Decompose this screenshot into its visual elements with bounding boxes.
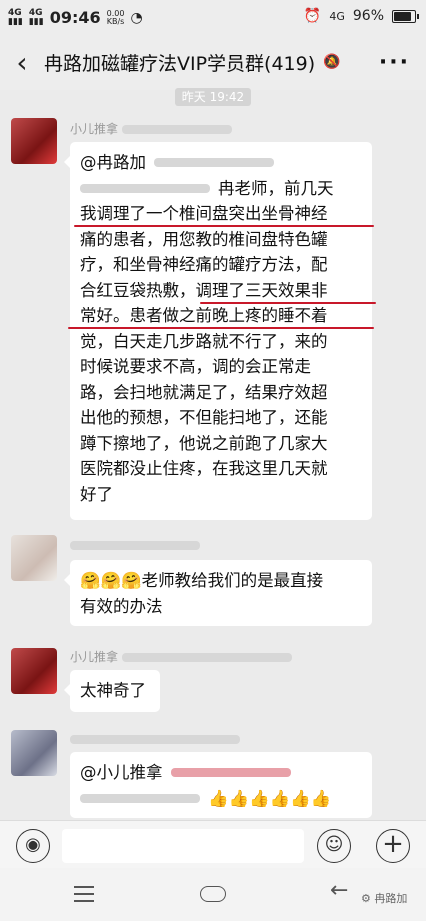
battery-percent: 96% [352, 8, 384, 24]
thumbs-up-icons: 👍👍👍👍👍👍 [208, 788, 332, 808]
blurred-text [80, 793, 200, 803]
red-underline [74, 225, 374, 227]
message-bubble[interactable]: @冉路加 冉老师，前几天 我调理了一个椎间盘突出坐骨神经 痛的患者，用您教的椎间… [64, 142, 376, 520]
message-line: 路，会扫地就满足了，结果疗效超 [80, 382, 328, 402]
network-type: 4G [329, 9, 345, 23]
emoji-button[interactable]: ☺ [317, 829, 351, 863]
message-line: 时候说要求不高，调的会正常走 [80, 357, 311, 376]
avatar[interactable] [11, 535, 57, 581]
blurred-name [121, 125, 232, 134]
message-bubble[interactable]: @小儿推拿 👍👍👍👍👍👍 [70, 752, 372, 818]
message-line: 常好。患者做之前晚上疼的睡不着 [68, 303, 374, 329]
more-options-button[interactable]: ··· [379, 50, 410, 75]
mention-text: @冉路加 [80, 153, 146, 172]
red-underline [68, 327, 374, 329]
battery-icon [392, 9, 419, 23]
message-line: 觉，白天走几步路就不行了，来的 [80, 331, 328, 351]
wifi-icon: ◔ [130, 9, 143, 26]
mute-bell-icon: 🔕 [323, 54, 341, 70]
message-line: 我调理了一个椎间盘突出坐骨神经 [74, 201, 374, 227]
message-bubble[interactable]: 🤗🤗🤗老师教给我们的是最直接 有效的办法 [64, 560, 372, 626]
battery-fill [394, 11, 412, 21]
message-text: 太神奇了 [80, 681, 146, 700]
message-line: 合红豆袋热敷，调理了三天效果非 [80, 278, 376, 304]
alarm-icon: ⏰ [303, 8, 322, 24]
avatar[interactable] [11, 118, 57, 164]
sender-name [70, 538, 200, 552]
message-line: 冉老师，前几天 [80, 176, 362, 202]
blurred-name [70, 541, 200, 550]
sender-name: 小儿推拿 [70, 648, 292, 665]
message-line: 医院都没止住疼，在我这里几天就 [80, 459, 328, 478]
blurred-name [121, 653, 292, 662]
message-text: 冉老师，前几天 [218, 178, 334, 198]
avatar[interactable] [11, 648, 57, 694]
hug-emoji-icons: 🤗🤗🤗 [80, 571, 142, 590]
sender-name [70, 732, 240, 746]
message-bubble[interactable]: 太神奇了 [64, 670, 160, 712]
avatar[interactable] [11, 730, 57, 776]
system-nav-bar: ← ⚙ 冉路加 [0, 868, 426, 921]
blurred-name [70, 735, 240, 744]
blurred-text [80, 183, 210, 193]
home-button[interactable] [200, 886, 226, 902]
message-line: 👍👍👍👍👍👍 [80, 786, 362, 812]
message-line: 疗，和坐骨神经痛的罐疗方法，配 [80, 255, 328, 274]
message-input[interactable] [62, 829, 304, 863]
watermark: ⚙ 冉路加 [361, 892, 408, 905]
message-line: 出他的预想，不但能扫地了，还能 [80, 408, 328, 427]
mention-text: @小儿推拿 [80, 763, 163, 782]
signal-icon-1: 4G ▮▮▮ [8, 7, 23, 27]
message-line: 好了 [80, 484, 113, 504]
status-left: 4G ▮▮▮ 4G ▮▮▮ 09:46 0.00 KB/s ◔ [8, 8, 143, 27]
recent-apps-button[interactable] [74, 886, 94, 907]
message-line: 有效的办法 [80, 596, 163, 616]
blurred-mention [154, 158, 274, 168]
message-line: 蹲下擦地了，他说之前跑了几家大 [80, 433, 328, 453]
mention-line: @小儿推拿 [80, 760, 362, 786]
status-right: ⏰ 4G 96% [303, 8, 419, 24]
sender-name: 小儿推拿 [70, 120, 232, 137]
chat-title: 冉路加磁罐疗法VIP学员群(419) [44, 52, 316, 75]
chat-header: ‹ 冉路加磁罐疗法VIP学员群(419) 🔕 ··· [0, 34, 426, 90]
status-bar: 4G ▮▮▮ 4G ▮▮▮ 09:46 0.00 KB/s ◔ ⏰ 4G 96% [0, 0, 426, 34]
clock: 09:46 [49, 8, 101, 27]
back-button[interactable]: ‹ [0, 46, 44, 79]
voice-input-button[interactable]: ◉ [16, 829, 50, 863]
signal-icon-2: 4G ▮▮▮ [28, 7, 44, 27]
plus-button[interactable]: + [376, 829, 410, 863]
nav-back-button[interactable]: ← [330, 878, 348, 903]
message-line: 痛的患者，用您教的椎间盘特色罐 [80, 229, 328, 249]
network-speed: 0.00 KB/s [106, 8, 125, 26]
blurred-mention [170, 768, 291, 778]
message-timestamp: 昨天 19:42 [175, 88, 251, 106]
input-bar: ◉ ☺ + [0, 820, 426, 869]
mention-line: @冉路加 [80, 150, 362, 176]
message-line: 🤗🤗🤗老师教给我们的是最直接 [80, 571, 324, 590]
